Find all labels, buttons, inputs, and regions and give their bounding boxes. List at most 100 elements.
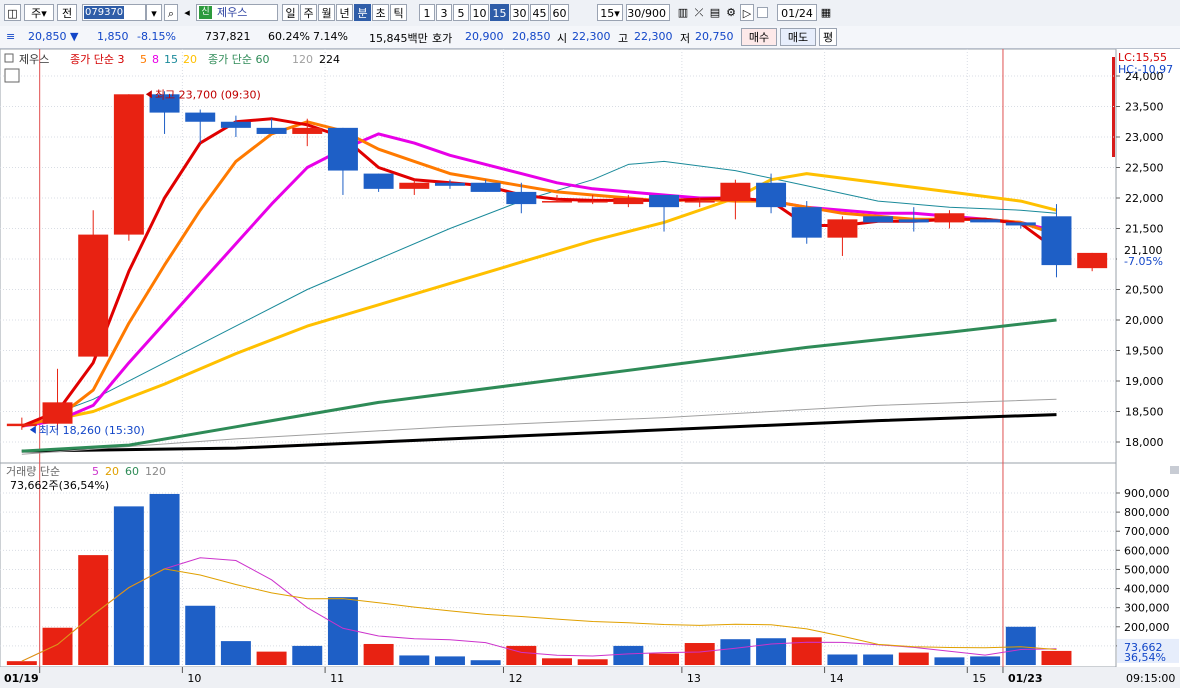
tool-icon[interactable]: ⤫ <box>692 4 706 21</box>
volume-tick-label: 300,000 <box>1124 602 1170 615</box>
time-tick-label: 11 <box>330 672 344 685</box>
candle-type-icon[interactable]: ▥ <box>676 4 690 21</box>
interval-button-30[interactable]: 30 <box>510 4 529 21</box>
period-button-2[interactable]: 월 <box>318 4 335 21</box>
candle-body <box>756 182 787 208</box>
volume-bar <box>42 627 73 665</box>
volume-tick-label: 600,000 <box>1124 544 1170 557</box>
volume-legend-period-60: 60 <box>125 465 139 478</box>
interval-button-5[interactable]: 5 <box>453 4 469 21</box>
volume-bar <box>434 656 465 665</box>
interval-button-1[interactable]: 1 <box>419 4 435 21</box>
search-icon[interactable]: ⌕ <box>164 4 178 21</box>
legend-period-120: 120 <box>292 53 313 66</box>
speaker-icon[interactable]: ◂ <box>180 4 194 21</box>
volume-bar <box>720 639 751 665</box>
volume-bar <box>399 655 430 665</box>
stock-type-select[interactable]: 주▾ <box>24 4 54 21</box>
volume-panel-toggle[interactable] <box>1170 466 1179 474</box>
candle-body <box>577 201 608 203</box>
buy-button[interactable]: 매수 <box>741 28 777 46</box>
price-arrow-icon: ≡ <box>6 30 16 43</box>
candle-body <box>1041 216 1072 266</box>
gear-icon[interactable]: ⚙ <box>724 4 738 21</box>
save-icon[interactable]: ▤ <box>708 4 722 21</box>
period-button-0[interactable]: 일 <box>282 4 299 21</box>
turnover-percent: 7.14% <box>313 30 348 43</box>
volume-bar <box>649 653 680 665</box>
volume-bar <box>934 657 965 665</box>
code-dropdown-icon[interactable]: ▾ <box>146 4 162 21</box>
interval-button-3[interactable]: 3 <box>436 4 452 21</box>
price-tick-label: 20,500 <box>1125 284 1164 297</box>
legend-period-224: 224 <box>319 53 340 66</box>
prev-button[interactable]: 전 <box>57 4 77 21</box>
candle-body <box>434 182 465 186</box>
chart-settings-icon[interactable]: ◫ <box>4 4 21 21</box>
time-tick-label: 15 <box>972 672 986 685</box>
volume-axis: 100,000200,000300,000400,000500,000600,0… <box>1116 487 1170 653</box>
candle-body <box>898 219 929 223</box>
candle-body <box>220 121 251 128</box>
volume-bar <box>791 637 822 665</box>
chart-area[interactable]: 18,00018,50019,00019,50020,00020,50021,0… <box>0 48 1180 688</box>
volume-bar <box>898 652 929 665</box>
candle-body <box>185 112 216 122</box>
time-tick-label: 13 <box>687 672 701 685</box>
calendar-icon[interactable]: ▦ <box>818 4 834 21</box>
high-price: 22,300 <box>634 30 673 43</box>
volume-legend: 거래량 단순 <box>6 465 60 478</box>
volume-bar <box>78 555 109 665</box>
volume-bar <box>185 605 216 665</box>
price-tick-label: 22,500 <box>1125 162 1164 175</box>
interval-button-45[interactable]: 45 <box>530 4 549 21</box>
stock-type-label: 주 <box>31 7 42 20</box>
period-button-4[interactable]: 분 <box>354 4 371 21</box>
sell-button[interactable]: 매도 <box>780 28 816 46</box>
interval-button-10[interactable]: 10 <box>470 4 489 21</box>
candle-body <box>399 182 430 189</box>
volume-tick-label: 800,000 <box>1124 506 1170 519</box>
date-field[interactable]: 01/24 <box>777 4 817 21</box>
stock-name: 제우스 <box>217 6 248 19</box>
eval-button[interactable]: 평 <box>819 28 837 46</box>
period-button-6[interactable]: 틱 <box>390 4 407 21</box>
volume-bar <box>149 493 180 665</box>
time-tick-label: 12 <box>508 672 522 685</box>
bid-price: 20,850 <box>512 30 551 43</box>
price-tick-label: 18,500 <box>1125 406 1164 419</box>
period-button-3[interactable]: 년 <box>336 4 353 21</box>
candle-body <box>649 194 680 208</box>
price-tick-label: 19,500 <box>1125 345 1164 358</box>
time-axis-clock: 09:15:00 <box>1126 672 1175 685</box>
low-label: 저 <box>680 32 691 45</box>
stock-chart[interactable]: 18,00018,50019,00019,50020,00020,50021,0… <box>0 48 1180 688</box>
next-icon[interactable]: ▷ <box>740 4 754 21</box>
period-button-1[interactable]: 주 <box>300 4 317 21</box>
stock-code-input[interactable]: 079370 <box>82 4 146 21</box>
period-button-5[interactable]: 초 <box>372 4 389 21</box>
volume-bar <box>1041 650 1072 665</box>
candle-body <box>720 182 751 202</box>
candle-body <box>292 127 323 134</box>
legend-period-20: 20 <box>183 53 197 66</box>
high-label: 고 <box>618 32 629 45</box>
candle-body <box>684 201 715 203</box>
low-price: 20,750 <box>695 30 734 43</box>
interval-button-15[interactable]: 15 <box>490 4 509 21</box>
volume-tick-label: 900,000 <box>1124 487 1170 500</box>
price-tick-label: 20,000 <box>1125 314 1164 327</box>
legend-period-5: 5 <box>140 53 147 66</box>
volume-legend-period-5: 5 <box>92 465 99 478</box>
volume-bar <box>827 654 858 665</box>
candle-body <box>1077 252 1108 269</box>
volume-value: 737,821 <box>205 30 251 43</box>
candle-body <box>827 219 858 238</box>
candle-body <box>363 173 394 189</box>
date-checkbox[interactable] <box>757 7 768 18</box>
grid-toggle-icon[interactable] <box>4 68 20 83</box>
open-label: 시 <box>557 32 568 45</box>
count-field[interactable]: 30/900 <box>626 4 670 21</box>
interval-button-60[interactable]: 60 <box>550 4 569 21</box>
interval-select[interactable]: 15▾ <box>597 4 623 21</box>
